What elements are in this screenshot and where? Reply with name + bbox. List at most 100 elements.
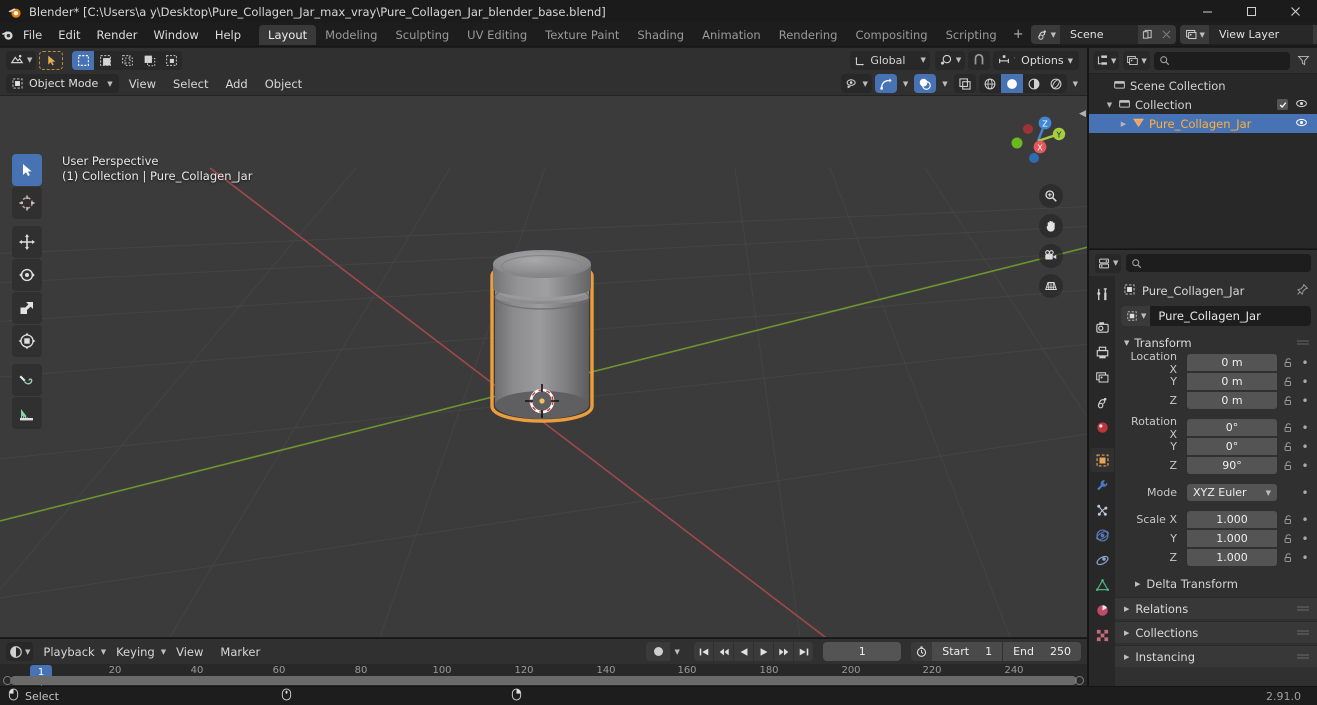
select-mode-tweak-icon[interactable] bbox=[39, 50, 64, 70]
scrollbar-right-cap[interactable] bbox=[1075, 676, 1084, 685]
location-x-value[interactable]: 0 m bbox=[1187, 354, 1277, 371]
object-properties-tab[interactable] bbox=[1090, 448, 1114, 472]
menu-file[interactable]: File bbox=[15, 25, 50, 45]
unlink-scene-button[interactable] bbox=[1156, 25, 1176, 44]
play-button[interactable] bbox=[754, 642, 774, 661]
outliner-editor-type-selector[interactable]: ▼ bbox=[1093, 51, 1120, 70]
rotation-x-value[interactable]: 0° bbox=[1187, 419, 1277, 436]
outliner-editor[interactable]: ▼ ▼ Scene Collection ▼ Collection ▶ Pure… bbox=[1088, 48, 1317, 248]
timeline-menu-keying[interactable]: Keying bbox=[109, 643, 162, 661]
relations-panel[interactable]: ▶ Relations bbox=[1115, 597, 1317, 619]
select-subtract-icon[interactable] bbox=[116, 50, 139, 70]
animate-property-icon[interactable]: • bbox=[1299, 441, 1311, 453]
material-preview-shading-button[interactable] bbox=[1022, 74, 1045, 93]
workspace-tab-compositing[interactable]: Compositing bbox=[846, 25, 936, 45]
interaction-mode-selector[interactable]: Object Mode ▼ bbox=[6, 74, 119, 93]
workspace-tab-animation[interactable]: Animation bbox=[693, 25, 770, 45]
eye-icon[interactable] bbox=[1295, 116, 1308, 132]
measure-tool[interactable] bbox=[12, 397, 42, 429]
gizmo-toggle[interactable] bbox=[874, 74, 897, 93]
workspace-tab-layout[interactable]: Layout bbox=[259, 24, 317, 45]
animate-property-icon[interactable]: • bbox=[1299, 487, 1311, 499]
jump-to-end-button[interactable] bbox=[794, 642, 814, 661]
scene-selector[interactable]: ▼ Scene bbox=[1030, 25, 1176, 44]
animate-property-icon[interactable]: • bbox=[1299, 422, 1311, 434]
scale-y-value[interactable]: 1.000 bbox=[1187, 530, 1277, 547]
timeline-menu-view[interactable]: View bbox=[169, 643, 210, 661]
editor-type-selector[interactable]: ▼ bbox=[6, 50, 37, 70]
new-view-layer-button[interactable] bbox=[1313, 25, 1317, 44]
viewport-sidebar-toggle-icon[interactable]: ◀ bbox=[1078, 104, 1087, 124]
location-z-value[interactable]: 0 m bbox=[1187, 392, 1277, 409]
cursor-tool[interactable] bbox=[12, 187, 42, 219]
physics-properties-tab[interactable] bbox=[1090, 523, 1114, 547]
lock-icon[interactable] bbox=[1281, 441, 1295, 452]
frame-end-field[interactable]: End 250 bbox=[1003, 642, 1081, 661]
world-properties-tab[interactable] bbox=[1090, 415, 1114, 439]
gizmo-settings-dropdown[interactable]: ▼ bbox=[900, 74, 911, 93]
scene-icon[interactable]: ▼ bbox=[1030, 25, 1060, 44]
view-layer-name[interactable]: View Layer bbox=[1208, 25, 1314, 44]
jump-to-start-button[interactable] bbox=[694, 642, 714, 661]
scene-properties-tab[interactable] bbox=[1090, 390, 1114, 414]
timeline-ruler[interactable]: 20 40 60 80 100 120 140 160 180 200 220 … bbox=[0, 664, 1087, 687]
object-data-properties-tab[interactable] bbox=[1090, 573, 1114, 597]
rotation-z-value[interactable]: 90° bbox=[1187, 457, 1277, 474]
snap-magnet-icon[interactable] bbox=[968, 50, 991, 70]
viewport-menu-object[interactable]: Object bbox=[258, 75, 309, 93]
delta-transform-subpanel[interactable]: ▶ Delta Transform bbox=[1121, 573, 1311, 595]
outliner-row-pure-collagen-jar[interactable]: ▶ Pure_Collagen_Jar bbox=[1089, 114, 1317, 133]
lock-icon[interactable] bbox=[1281, 376, 1295, 387]
overlays-toggle[interactable] bbox=[914, 74, 937, 93]
zoom-icon[interactable] bbox=[1039, 184, 1063, 208]
texture-properties-tab[interactable] bbox=[1090, 623, 1114, 647]
transform-pivot-selector[interactable]: ▼ bbox=[934, 50, 966, 70]
eye-icon[interactable] bbox=[1295, 97, 1308, 113]
lock-icon[interactable] bbox=[1281, 514, 1295, 525]
timeline-editor-type-selector[interactable]: ▼ bbox=[6, 642, 34, 661]
animate-property-icon[interactable]: • bbox=[1299, 460, 1311, 472]
options-dropdown[interactable]: Options ▼ bbox=[1015, 51, 1079, 70]
scene-name[interactable]: Scene bbox=[1060, 25, 1138, 44]
shading-settings-dropdown[interactable]: ▼ bbox=[1070, 74, 1081, 93]
jump-to-prev-keyframe-button[interactable] bbox=[714, 642, 734, 661]
outliner-row-collection[interactable]: ▼ Collection bbox=[1089, 95, 1317, 114]
frame-start-field[interactable]: Start 1 bbox=[932, 642, 1003, 661]
particle-properties-tab[interactable] bbox=[1090, 498, 1114, 522]
animate-property-icon[interactable]: • bbox=[1299, 395, 1311, 407]
close-button[interactable] bbox=[1273, 0, 1317, 23]
annotate-tool[interactable] bbox=[12, 364, 42, 396]
move-tool[interactable] bbox=[12, 226, 42, 258]
pan-hand-icon[interactable] bbox=[1039, 214, 1063, 238]
viewport-scene[interactable] bbox=[0, 48, 1087, 637]
menu-render[interactable]: Render bbox=[89, 25, 146, 45]
lock-icon[interactable] bbox=[1281, 533, 1295, 544]
modifier-properties-tab[interactable] bbox=[1090, 473, 1114, 497]
use-preview-range-icon[interactable] bbox=[911, 642, 933, 661]
current-frame-field[interactable]: 1 bbox=[823, 642, 902, 661]
collection-checkbox[interactable] bbox=[1277, 99, 1288, 110]
animate-property-icon[interactable]: • bbox=[1299, 533, 1311, 545]
location-y-value[interactable]: 0 m bbox=[1187, 373, 1277, 390]
transform-tool[interactable] bbox=[12, 325, 42, 357]
navigation-gizmo[interactable]: Y Z X bbox=[1003, 106, 1073, 176]
properties-search-input[interactable] bbox=[1126, 254, 1311, 272]
workspace-tab-rendering[interactable]: Rendering bbox=[770, 25, 847, 45]
menu-edit[interactable]: Edit bbox=[50, 25, 88, 45]
rotation-y-value[interactable]: 0° bbox=[1187, 438, 1277, 455]
blender-menu-icon[interactable] bbox=[0, 23, 15, 47]
auto-keying-toggle[interactable] bbox=[646, 642, 671, 661]
properties-editor-type-selector[interactable]: ▼ bbox=[1095, 253, 1122, 273]
lock-icon[interactable] bbox=[1281, 460, 1295, 471]
scale-tool[interactable] bbox=[12, 292, 42, 324]
material-properties-tab[interactable] bbox=[1090, 598, 1114, 622]
jump-to-next-keyframe-button[interactable] bbox=[774, 642, 794, 661]
viewport-menu-select[interactable]: Select bbox=[166, 75, 215, 93]
workspace-tab-uv-editing[interactable]: UV Editing bbox=[458, 25, 536, 45]
workspace-tab-scripting[interactable]: Scripting bbox=[937, 25, 1006, 45]
animate-property-icon[interactable]: • bbox=[1299, 552, 1311, 564]
rotate-tool[interactable] bbox=[12, 259, 42, 291]
add-workspace-button[interactable]: + bbox=[1006, 25, 1031, 45]
lock-icon[interactable] bbox=[1281, 357, 1295, 368]
timeline-editor[interactable]: ▼ Playback ▼ Keying ▼ View Marker ▼ 1 St… bbox=[0, 638, 1087, 687]
